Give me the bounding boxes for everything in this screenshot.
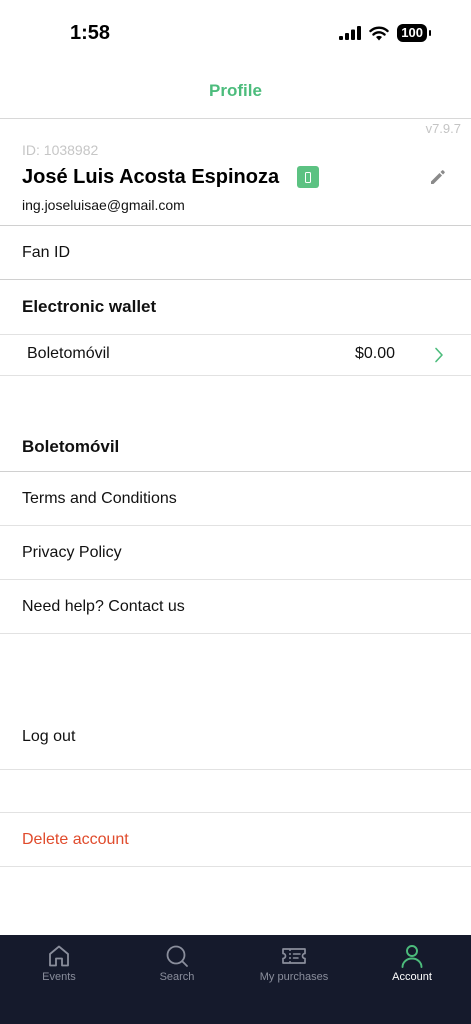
help-label: Need help? Contact us <box>22 597 185 615</box>
logout-button[interactable]: Log out <box>0 710 471 763</box>
wallet-balance: $0.00 <box>354 345 395 362</box>
status-icons: 100 <box>339 24 431 42</box>
divider <box>0 375 471 376</box>
user-name: José Luis Acosta Espinoza <box>22 166 280 188</box>
divider <box>0 633 471 634</box>
help-item[interactable]: Need help? Contact us <box>0 580 471 633</box>
tab-account[interactable]: Account <box>353 935 471 995</box>
app-section-label: Boletomóvil <box>22 437 120 456</box>
wallet-section-title: Electronic wallet <box>0 280 471 334</box>
tab-bar: Events Search My purchases Account <box>0 935 471 1024</box>
chevron-right-icon <box>435 347 443 363</box>
page-title: Profile <box>209 81 262 100</box>
home-icon <box>49 945 69 967</box>
status-time: 1:58 <box>70 22 111 44</box>
terms-label: Terms and Conditions <box>22 489 177 507</box>
fan-id-label: Fan ID <box>22 243 71 261</box>
user-id: ID: 1038982 <box>22 142 99 158</box>
terms-item[interactable]: Terms and Conditions <box>0 472 471 525</box>
tab-label: Account <box>392 971 432 983</box>
delete-account-button[interactable]: Delete account <box>0 813 471 866</box>
person-icon <box>401 945 423 968</box>
status-bar: 1:58 100 <box>0 0 471 64</box>
tab-my-purchases[interactable]: My purchases <box>235 935 353 995</box>
wallet-item[interactable]: Boletomóvil $0.00 <box>0 335 471 375</box>
fan-id-item[interactable]: Fan ID <box>0 226 471 279</box>
wallet-name: Boletomóvil <box>27 345 110 362</box>
tab-events[interactable]: Events <box>0 935 118 995</box>
battery-indicator: 100 <box>397 24 431 42</box>
privacy-label: Privacy Policy <box>22 543 122 561</box>
nav-header: Profile <box>0 64 471 119</box>
wifi-icon <box>369 26 389 40</box>
privacy-item[interactable]: Privacy Policy <box>0 526 471 579</box>
phone-icon <box>297 166 319 188</box>
logout-label: Log out <box>22 727 76 745</box>
divider <box>0 769 471 770</box>
ticket-icon <box>282 948 306 964</box>
app-version: v7.9.7 <box>425 121 461 136</box>
app-section-title: Boletomóvil <box>0 424 471 470</box>
delete-account-label: Delete account <box>22 830 129 848</box>
signal-icon <box>339 26 362 40</box>
tab-label: Search <box>159 971 195 983</box>
user-email: ing.joseluisae@gmail.com <box>22 197 185 213</box>
pencil-icon[interactable] <box>429 168 447 186</box>
tab-label: Events <box>42 971 76 983</box>
search-icon <box>166 945 188 967</box>
divider <box>0 866 471 867</box>
tab-label: My purchases <box>259 971 329 983</box>
tab-search[interactable]: Search <box>118 935 236 995</box>
wallet-section-label: Electronic wallet <box>22 297 157 316</box>
